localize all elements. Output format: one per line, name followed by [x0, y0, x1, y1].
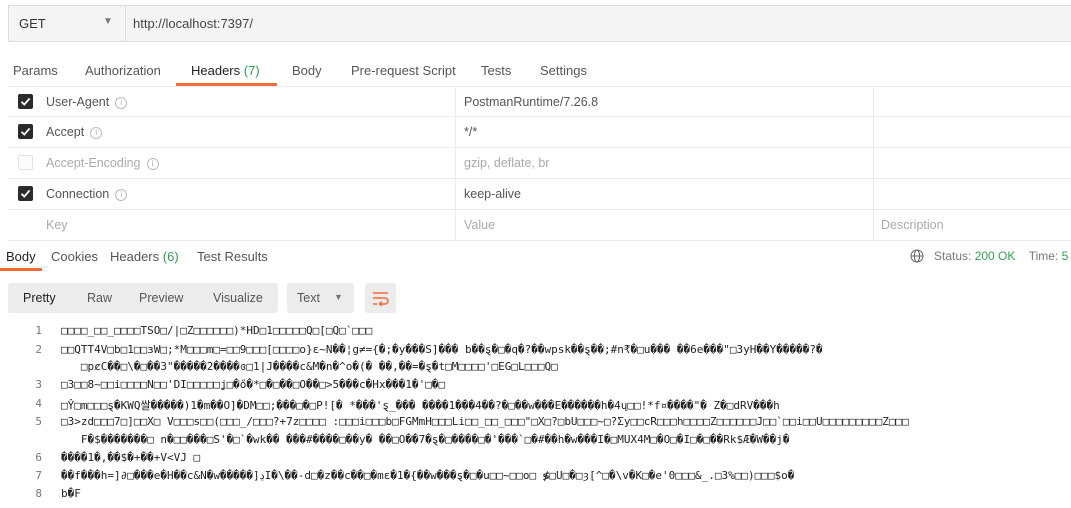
status-value: 200 OK — [974, 249, 1016, 263]
method-label: GET — [19, 16, 46, 31]
value-placeholder[interactable]: Value — [464, 218, 495, 232]
line-number: 6 — [35, 451, 42, 464]
tab-headers-count: (7) — [243, 63, 260, 78]
tab-authorization[interactable]: Authorization — [85, 63, 161, 78]
wrap-lines-button[interactable] — [365, 283, 396, 313]
line-number: 2 — [35, 343, 42, 356]
header-value[interactable]: gzip, deflate, br — [464, 156, 549, 170]
info-icon: i — [146, 158, 159, 170]
chevron-down-icon: ▼ — [334, 292, 343, 302]
globe-icon[interactable] — [910, 249, 924, 266]
checkbox-checked[interactable] — [18, 124, 33, 139]
tab-response-headers-count: (6) — [162, 249, 179, 264]
header-key[interactable]: Connection i — [46, 187, 128, 201]
tab-settings[interactable]: Settings — [540, 63, 587, 78]
code-line: b�F — [61, 487, 81, 500]
description-placeholder[interactable]: Description — [881, 218, 944, 232]
header-value[interactable]: PostmanRuntime/7.26.8 — [464, 95, 598, 109]
header-value[interactable]: */* — [464, 125, 477, 139]
url-bar: GET ▼ http://localhost:7397/ — [8, 5, 1071, 42]
tab-body[interactable]: Body — [292, 63, 322, 78]
code-line: □□QTT4V□b□1□□ɜW□;*M□□□m□=□□9□□□[□□□□o}ɛ~… — [61, 343, 823, 356]
wrap-icon — [372, 290, 389, 309]
header-value[interactable]: keep-alive — [464, 187, 521, 201]
info-icon: i — [115, 189, 128, 201]
line-number: 4 — [35, 397, 42, 410]
info-icon: i — [90, 127, 103, 139]
tab-response-headers[interactable]: Headers (6) — [110, 249, 179, 264]
code-line: □3□□8~□□i□□□□N□□'DI□□□□□ʝ□�ő�*□�□��□O��□… — [61, 378, 446, 391]
response-meta: Status: 200 OK Time: 5 — [910, 249, 1068, 266]
code-line: ��f���h=]∂□���e�H��c&N�w�����]ڍI�\��-d□�… — [61, 469, 795, 482]
tab-pre-request-script[interactable]: Pre-request Script — [351, 63, 456, 78]
tab-tests[interactable]: Tests — [481, 63, 511, 78]
checkbox-checked[interactable] — [18, 94, 33, 109]
tab-headers[interactable]: Headers (7) — [191, 63, 260, 78]
line-number: 7 — [35, 469, 42, 482]
view-mode-group: Pretty Raw Preview Visualize — [8, 283, 278, 313]
visualize-button[interactable]: Visualize — [213, 291, 263, 305]
format-select[interactable]: Text ▼ — [287, 283, 354, 313]
tab-response-headers-label: Headers — [110, 249, 160, 264]
raw-button[interactable]: Raw — [87, 291, 112, 305]
table-row: User-Agent i PostmanRuntime/7.26.8 — [8, 86, 1071, 117]
header-key[interactable]: Accept-Encoding i — [46, 156, 159, 170]
table-row: Accept-Encoding i gzip, deflate, br — [8, 148, 1071, 179]
table-row: Connection i keep-alive — [8, 179, 1071, 210]
line-number: 1 — [35, 324, 42, 337]
header-key-text: Accept-Encoding — [46, 156, 141, 170]
header-key[interactable]: User-Agent i — [46, 95, 128, 109]
pretty-button[interactable]: Pretty — [23, 291, 56, 305]
checkbox-unchecked[interactable] — [18, 155, 33, 170]
header-key-text: Accept — [46, 125, 85, 139]
chevron-down-icon: ▼ — [103, 16, 113, 27]
header-key[interactable]: Accept i — [46, 125, 103, 139]
line-number: 3 — [35, 378, 42, 391]
line-number: 5 — [35, 415, 42, 428]
table-row: Accept i */* — [8, 117, 1071, 148]
tab-response-body[interactable]: Body — [6, 249, 36, 264]
tab-headers-label: Headers — [191, 63, 241, 78]
tab-cookies[interactable]: Cookies — [51, 249, 98, 264]
code-line-wrapped: □pȼC��□\�□��3"�����2����ɞ□1|J����c&M�n�^… — [61, 360, 558, 373]
method-select[interactable]: GET ▼ — [9, 6, 126, 41]
time-label: Time: — [1028, 249, 1059, 263]
header-key-text: User-Agent — [46, 95, 110, 109]
status-label: Status: — [934, 249, 972, 263]
code-line: □Ŷ□m□□□ȿ�KWQ쌀�����)1�m��O]�DM□□;���□�□P!… — [61, 399, 780, 412]
active-tab-indicator — [0, 268, 42, 271]
code-line: □3>zd□□□7□]□□X□ V□□□s□□(□□□_/□□□?+7z□□□□… — [61, 415, 909, 428]
header-key-text: Connection — [46, 187, 110, 201]
code-line-wrapped: F�$�������□ n�□□���□S'�□`�wk�� ���#����□… — [61, 433, 790, 446]
checkbox-checked[interactable] — [18, 186, 33, 201]
format-label: Text — [297, 291, 320, 305]
line-number: 8 — [35, 487, 42, 500]
code-line: □□□□_□□_□□□□TSO□/|□Z□□□□□□)*HD□1□□□□□Q□[… — [61, 324, 373, 337]
preview-button[interactable]: Preview — [139, 291, 183, 305]
key-placeholder[interactable]: Key — [46, 218, 68, 232]
url-input[interactable]: http://localhost:7397/ — [133, 16, 253, 31]
code-line: ����1�,��$�+��+V<VJ □ — [61, 451, 201, 464]
time-value: 5 — [1061, 249, 1069, 263]
info-icon: i — [115, 97, 128, 109]
table-row-new: Key Value Description — [8, 210, 1071, 241]
tab-params[interactable]: Params — [13, 63, 58, 78]
tab-test-results[interactable]: Test Results — [197, 249, 268, 264]
